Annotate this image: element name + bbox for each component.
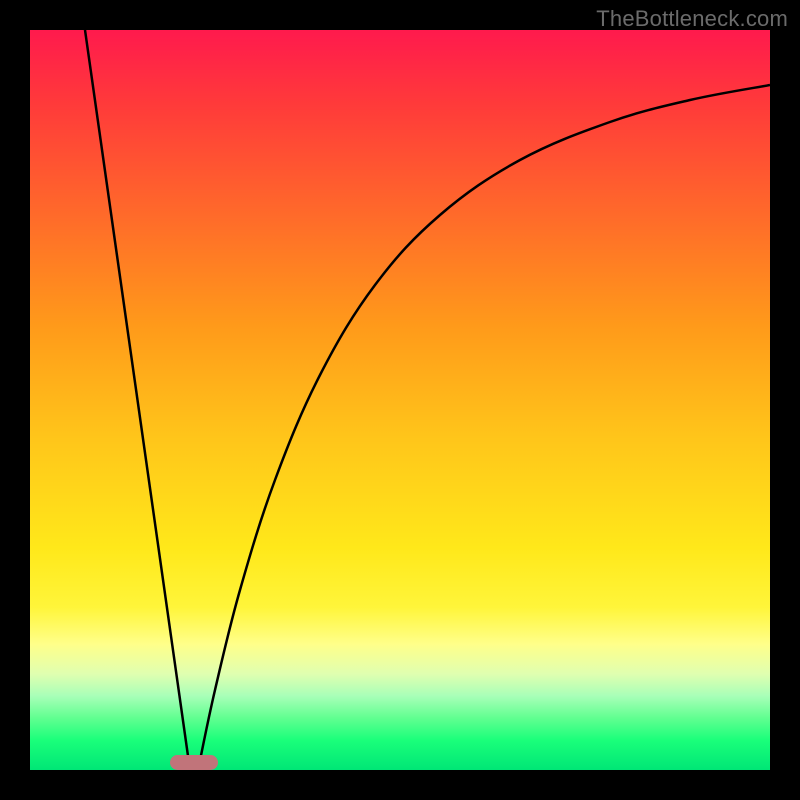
right-branch-curve <box>198 85 770 770</box>
chart-svg <box>30 30 770 770</box>
watermark-text: TheBottleneck.com <box>596 6 788 32</box>
chart-plot-area <box>30 30 770 770</box>
left-branch-line <box>85 30 190 770</box>
bottleneck-marker <box>170 755 218 770</box>
